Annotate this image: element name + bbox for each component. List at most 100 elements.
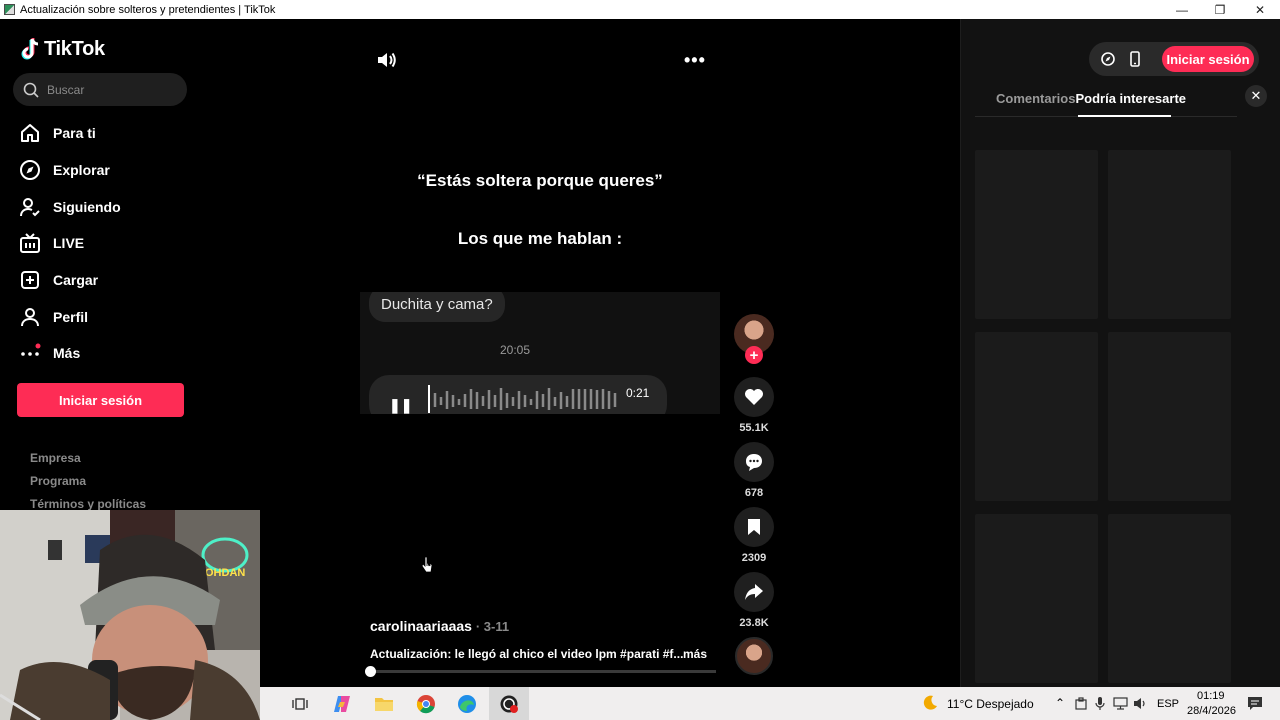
share-count: 23.8K xyxy=(739,617,769,629)
sidebar-item-label: LIVE xyxy=(53,235,85,252)
mobile-phone-icon[interactable] xyxy=(1127,51,1143,67)
obs-button[interactable] xyxy=(489,687,529,720)
author-username[interactable]: carolinaariaaas xyxy=(370,618,472,634)
edge-icon xyxy=(458,694,476,713)
login-button-top[interactable]: Iniciar sesión xyxy=(1162,46,1254,72)
share-action[interactable]: 23.8K xyxy=(734,572,774,629)
close-window-button[interactable]: ✕ xyxy=(1240,0,1280,19)
sidebar-item-cargar[interactable]: Cargar xyxy=(18,262,193,299)
edge-button[interactable] xyxy=(447,687,487,720)
sidebar-item-live[interactable]: LIVE xyxy=(18,225,193,262)
save-action[interactable]: 2309 xyxy=(734,507,774,564)
upload-plus-icon xyxy=(18,268,42,292)
search-box[interactable] xyxy=(13,73,187,106)
video-overlay-text-2: Los que me hablan : xyxy=(457,229,623,248)
window-titlebar: Actualización sobre solteros y pretendie… xyxy=(0,0,1280,19)
task-view-button[interactable] xyxy=(280,687,320,720)
network-icon[interactable] xyxy=(1113,697,1128,710)
sound-avatar[interactable] xyxy=(735,637,773,675)
chat-screenshot: Duchita y cama? 20:05 ❚❚ 0:21 xyxy=(360,292,720,414)
more-options-button[interactable]: ••• xyxy=(684,50,706,71)
search-icon xyxy=(23,82,39,98)
copilot-button[interactable] xyxy=(322,687,362,720)
compass-icon xyxy=(18,158,42,182)
sound-toggle-button[interactable] xyxy=(376,50,398,75)
live-tv-icon xyxy=(18,231,42,255)
clock-date[interactable]: 28/4/2026 xyxy=(1187,705,1236,717)
suggested-video-placeholder[interactable] xyxy=(975,150,1098,319)
tab-podria-interesarte[interactable]: Podría interesarte xyxy=(1075,91,1186,106)
restore-button[interactable]: ❐ xyxy=(1200,0,1240,19)
obs-record-icon xyxy=(500,695,518,713)
search-input[interactable] xyxy=(47,82,167,97)
more-dots-icon xyxy=(18,341,42,365)
tab-comentarios[interactable]: Comentarios xyxy=(996,91,1075,106)
caption-more-link[interactable]: más xyxy=(683,647,707,661)
file-explorer-button[interactable] xyxy=(364,687,404,720)
suggested-video-placeholder[interactable] xyxy=(975,514,1098,683)
webcam-feed-image: OHDAN xyxy=(0,510,260,720)
minimize-button[interactable]: — xyxy=(1162,0,1202,19)
more-horizontal-icon: ••• xyxy=(684,50,706,70)
clock-time[interactable]: 01:19 xyxy=(1197,690,1225,702)
bookmark-icon xyxy=(748,519,760,535)
login-button-sidebar[interactable]: Iniciar sesión xyxy=(17,383,184,417)
progress-knob[interactable] xyxy=(365,666,376,677)
logo-text: TikTok xyxy=(44,37,105,60)
volume-icon[interactable] xyxy=(1133,697,1148,710)
microphone-icon[interactable] xyxy=(1095,696,1105,711)
sidebar-item-para-ti[interactable]: Para ti xyxy=(18,115,193,152)
chrome-button[interactable] xyxy=(406,687,446,720)
tiktok-logo[interactable]: TikTok xyxy=(20,37,105,61)
suggested-video-placeholder[interactable] xyxy=(1108,150,1231,319)
comment-count: 678 xyxy=(744,487,764,499)
sidebar-item-mas[interactable]: Más xyxy=(18,335,193,372)
like-action[interactable]: 55.1K xyxy=(734,377,774,434)
comment-button[interactable] xyxy=(734,442,774,482)
windows-taskbar: 11°C Despejado ⌃ ESP 01:19 28/4/2026 xyxy=(260,687,1280,720)
panel-tabs: Comentarios Podría interesarte xyxy=(996,91,1186,106)
security-icon[interactable] xyxy=(1075,697,1087,710)
tiktok-note-icon xyxy=(21,38,39,60)
voice-message: ❚❚ 0:21 xyxy=(369,375,667,414)
footer-link-empresa[interactable]: Empresa xyxy=(30,451,146,474)
sidebar-item-label: Más xyxy=(53,345,81,362)
like-button[interactable] xyxy=(734,377,774,417)
follow-button[interactable]: + xyxy=(745,346,763,364)
suggested-video-placeholder[interactable] xyxy=(1108,514,1231,683)
compass-small-icon[interactable] xyxy=(1100,51,1116,67)
notifications-icon[interactable] xyxy=(1247,696,1263,711)
moon-weather-icon xyxy=(923,695,937,710)
sidebar-item-perfil[interactable]: Perfil xyxy=(18,298,193,335)
caption-text: Actualización: le llegó al chico el vide… xyxy=(370,647,684,661)
suggested-video-placeholder[interactable] xyxy=(975,332,1098,501)
suggested-video-placeholder[interactable] xyxy=(1108,332,1231,501)
audio-waveform xyxy=(428,385,617,413)
post-date: · 3-11 xyxy=(475,619,510,634)
sidebar-item-label: Cargar xyxy=(53,272,99,289)
chat-bubble: Duchita y cama? xyxy=(369,292,505,322)
sidebar-item-siguiendo[interactable]: Siguiendo xyxy=(18,188,193,225)
language-indicator[interactable]: ESP xyxy=(1157,698,1179,710)
footer-link-programa[interactable]: Programa xyxy=(30,474,146,497)
close-panel-button[interactable]: ✕ xyxy=(1245,85,1267,107)
sidebar-nav: Para ti Explorar Siguiendo LIVE Cargar P… xyxy=(18,115,193,372)
task-view-icon xyxy=(292,697,308,710)
webcam-overlay: OHDAN xyxy=(0,510,260,720)
folder-icon xyxy=(375,697,393,711)
share-button[interactable] xyxy=(734,572,774,612)
share-arrow-icon xyxy=(745,584,763,600)
sidebar-item-explorar[interactable]: Explorar xyxy=(18,152,193,189)
profile-icon xyxy=(18,305,42,329)
like-count: 55.1K xyxy=(739,422,769,434)
plus-icon: + xyxy=(749,346,759,364)
chevron-up-icon[interactable]: ⌃ xyxy=(1055,696,1065,710)
chat-timestamp: 20:05 xyxy=(500,343,531,357)
weather-text[interactable]: 11°C Despejado xyxy=(947,697,1034,711)
video-progress-bar[interactable] xyxy=(365,666,716,677)
save-button[interactable] xyxy=(734,507,774,547)
comment-action[interactable]: 678 xyxy=(734,442,774,499)
heart-icon xyxy=(745,389,763,405)
chrome-icon xyxy=(416,694,435,713)
video-author[interactable]: carolinaariaaas · 3-11 xyxy=(370,618,509,634)
